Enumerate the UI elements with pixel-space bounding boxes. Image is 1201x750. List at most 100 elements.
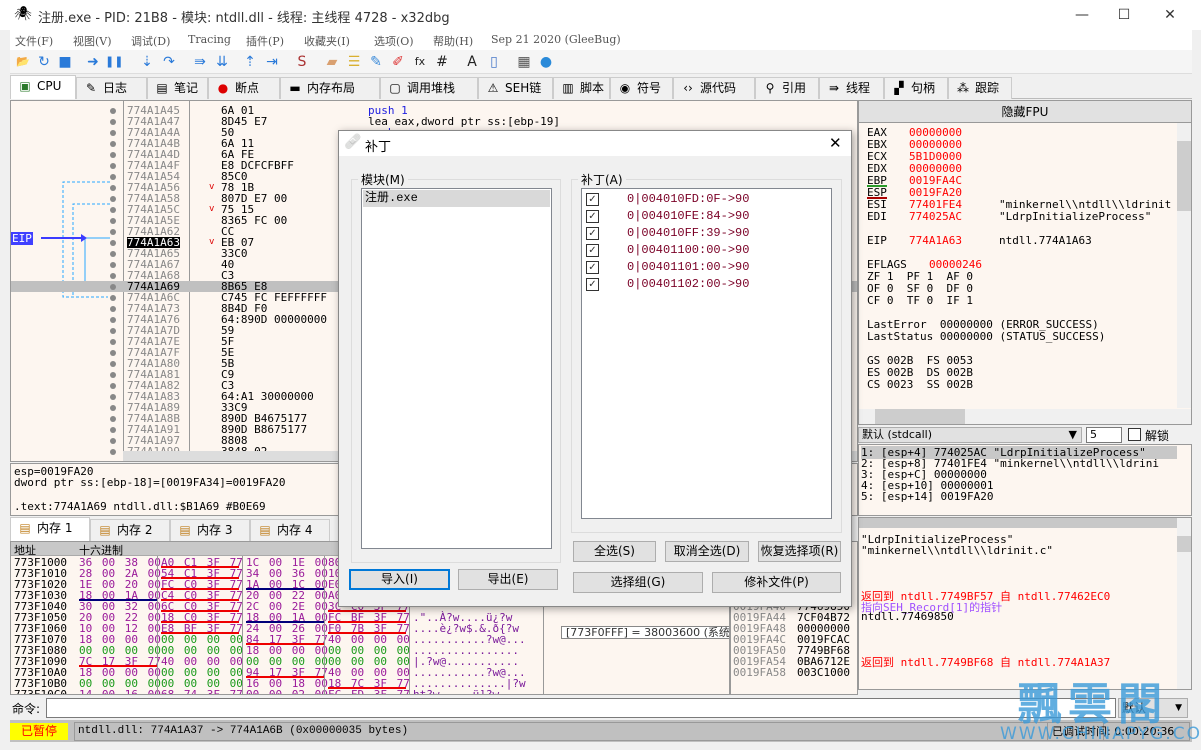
comment-icon[interactable]: ☰: [345, 53, 363, 71]
tab-0[interactable]: ▣ CPU: [10, 75, 76, 99]
breakpoint-dot[interactable]: [110, 218, 116, 224]
scylla-icon[interactable]: S: [293, 53, 311, 71]
patch-checkbox[interactable]: ✓: [586, 193, 599, 206]
export-button[interactable]: 导出(E): [458, 569, 558, 590]
register-value[interactable]: 774025AC: [909, 211, 962, 223]
run-icon[interactable]: ➜: [84, 53, 102, 71]
menu-item[interactable]: 调试(D): [131, 33, 170, 49]
breakpoint-dot[interactable]: [110, 141, 116, 147]
breakpoint-dot[interactable]: [110, 251, 116, 257]
trace-into-icon[interactable]: ⇛: [191, 53, 209, 71]
patch-checkbox[interactable]: ✓: [586, 210, 599, 223]
tab-1[interactable]: ✎ 日志: [76, 77, 147, 99]
breakpoint-dot[interactable]: [110, 163, 116, 169]
minimize-button[interactable]: —: [1059, 0, 1105, 30]
patch-checkbox[interactable]: ✓: [586, 261, 599, 274]
breakpoint-dot[interactable]: [110, 350, 116, 356]
vertical-scrollbar[interactable]: [1177, 123, 1191, 408]
breakpoint-dot[interactable]: [110, 229, 116, 235]
breakpoint-dot[interactable]: [110, 284, 116, 290]
menu-item[interactable]: 收藏夹(I): [304, 33, 350, 49]
patch-item[interactable]: ✓ 0|004010FE:84->90: [582, 208, 831, 225]
breakpoint-dot[interactable]: [110, 339, 116, 345]
tab-7[interactable]: ▥ 脚本: [553, 77, 610, 99]
tab-10[interactable]: ⚲ 引用: [755, 77, 819, 99]
calculator-icon[interactable]: ▦: [515, 53, 533, 71]
label-icon[interactable]: ✎: [367, 53, 385, 71]
breakpoint-dot[interactable]: [110, 130, 116, 136]
breakpoint-dot[interactable]: [110, 273, 116, 279]
arg-count-spinner[interactable]: 5: [1086, 427, 1122, 443]
menu-item[interactable]: Tracing: [188, 33, 231, 46]
patch-item[interactable]: ✓ 0|00401100:00->90: [582, 242, 831, 259]
device-icon[interactable]: ▯: [485, 53, 503, 71]
breakpoint-dot[interactable]: [110, 328, 116, 334]
pause-icon[interactable]: ❚❚: [105, 53, 123, 71]
dump-tab-2[interactable]: ▤ 内存 2: [90, 519, 170, 541]
module-item[interactable]: 注册.exe: [363, 190, 550, 207]
tab-13[interactable]: ⁂ 跟踪: [948, 77, 1012, 99]
open-icon[interactable]: 📂: [14, 53, 32, 71]
breakpoint-dot[interactable]: [110, 185, 116, 191]
menu-item[interactable]: 文件(F): [15, 33, 53, 49]
breakpoint-dot[interactable]: [110, 262, 116, 268]
breakpoint-dot[interactable]: [110, 174, 116, 180]
globe-icon[interactable]: ●: [537, 53, 555, 71]
segment-row[interactable]: CS 0023 SS 002B: [867, 379, 973, 391]
close-button[interactable]: ✕: [1147, 0, 1193, 30]
stop-icon[interactable]: ■: [56, 53, 74, 71]
hex-group[interactable]: 68 74 3F 77: [161, 689, 243, 694]
breakpoint-dot[interactable]: [110, 427, 116, 433]
patch-checkbox[interactable]: ✓: [586, 278, 599, 291]
breakpoint-dot[interactable]: [110, 207, 116, 213]
tab-2[interactable]: ▤ 笔记: [147, 77, 208, 99]
function-icon[interactable]: fx: [411, 53, 429, 71]
restore-selection-button[interactable]: 恢复选择项(R): [758, 541, 841, 562]
breakpoint-dot[interactable]: [110, 438, 116, 444]
tab-5[interactable]: ▢ 调用堆栈: [380, 77, 478, 99]
deselect-all-button[interactable]: 取消全选(D): [665, 541, 749, 562]
step-into-icon[interactable]: ⇣: [138, 53, 156, 71]
breakpoint-dot[interactable]: [110, 372, 116, 378]
patch-icon[interactable]: ▰: [323, 53, 341, 71]
breakpoint-dot[interactable]: [110, 394, 116, 400]
patch-checkbox[interactable]: ✓: [586, 227, 599, 240]
patch-checkbox[interactable]: ✓: [586, 244, 599, 257]
tab-3[interactable]: ● 断点: [208, 77, 280, 99]
register-value[interactable]: 774A1A63: [909, 235, 962, 247]
breakpoint-dot[interactable]: [110, 306, 116, 312]
breakpoint-dot[interactable]: [110, 405, 116, 411]
select-group-button[interactable]: 选择组(G): [573, 572, 703, 593]
calling-convention-select[interactable]: 默认 (stdcall) ▼: [858, 427, 1082, 443]
menu-item[interactable]: 选项(O): [374, 33, 414, 49]
hash-icon[interactable]: #: [433, 53, 451, 71]
tab-12[interactable]: ▞ 句柄: [884, 77, 948, 99]
breakpoint-dot[interactable]: [110, 295, 116, 301]
tab-11[interactable]: ⇛ 线程: [819, 77, 884, 99]
argument-row[interactable]: 5: [esp+14] 0019FA20: [861, 490, 1177, 503]
horizontal-scrollbar[interactable]: [859, 409, 1191, 424]
breakpoint-dot[interactable]: [110, 416, 116, 422]
patch-item[interactable]: ✓ 0|004010FD:0F->90: [582, 191, 831, 208]
execute-till-return-icon[interactable]: ⇡: [241, 53, 259, 71]
breakpoint-dot[interactable]: [110, 449, 116, 455]
breakpoint-dot[interactable]: [110, 383, 116, 389]
bookmark-icon[interactable]: ✐: [389, 53, 407, 71]
breakpoint-dot[interactable]: [110, 119, 116, 125]
menu-item[interactable]: 插件(P): [246, 33, 284, 49]
font-icon[interactable]: A: [463, 53, 481, 71]
menu-item[interactable]: 帮助(H): [433, 33, 473, 49]
modules-list[interactable]: 注册.exe: [361, 188, 552, 549]
hex-group[interactable]: FC FD 3F 77: [328, 689, 410, 694]
breakpoint-dot[interactable]: [110, 108, 116, 114]
patches-list[interactable]: ✓ 0|004010FD:0F->90 ✓ 0|004010FE:84->90 ✓ 0|0…: [581, 188, 832, 519]
dump-tab-4[interactable]: ▤ 内存 4: [250, 519, 330, 541]
vertical-scrollbar[interactable]: [1177, 518, 1191, 689]
hex-group[interactable]: 14 00 16 00: [79, 689, 161, 694]
step-over-icon[interactable]: ↷: [160, 53, 178, 71]
unlock-checkbox[interactable]: [1128, 428, 1141, 441]
breakpoint-dot[interactable]: [110, 240, 116, 246]
tab-9[interactable]: ‹› 源代码: [673, 77, 755, 99]
flags-row[interactable]: CF 0 TF 0 IF 1: [867, 295, 973, 307]
breakpoint-dot[interactable]: [110, 361, 116, 367]
